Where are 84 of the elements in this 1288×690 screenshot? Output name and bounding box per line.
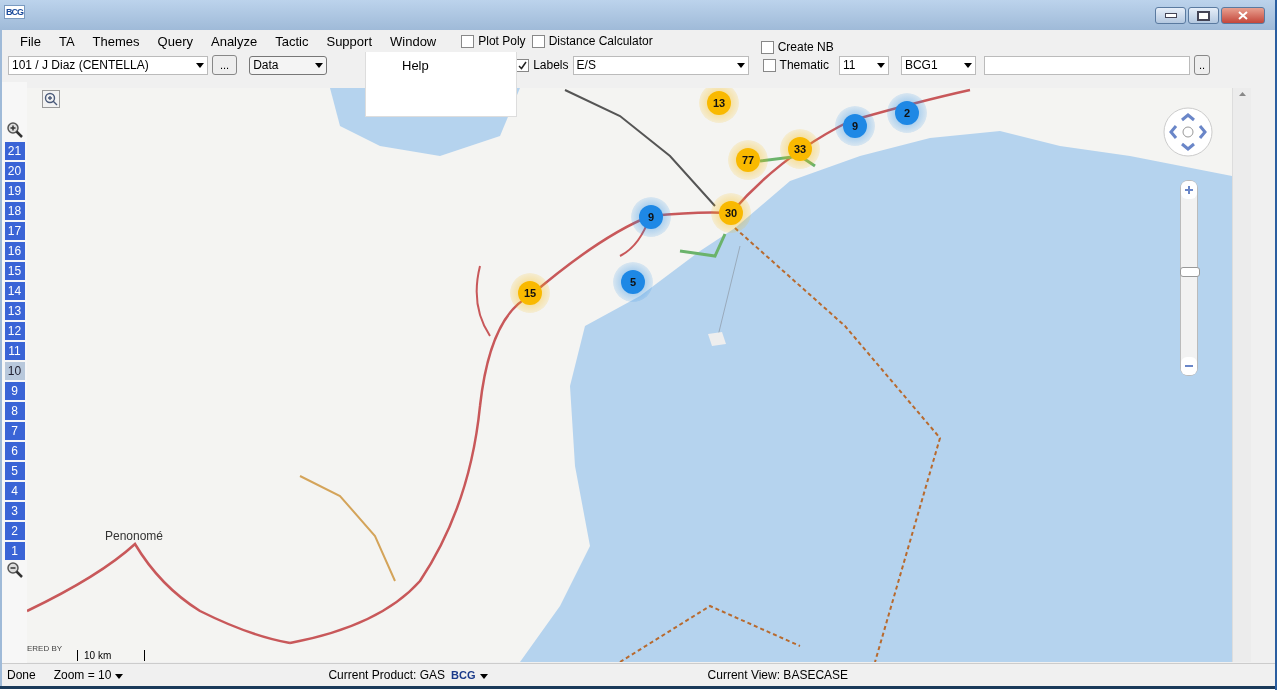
zoom-level-button[interactable]: 16 <box>4 242 25 260</box>
cluster-marker[interactable]: 5 <box>613 262 653 302</box>
menu-item[interactable]: TA <box>49 33 84 49</box>
zoom-slider-thumb[interactable] <box>1180 266 1200 277</box>
menu-item[interactable]: Themes <box>83 33 149 49</box>
zoom-level-button[interactable]: 5 <box>4 462 25 480</box>
map[interactable]: 13 2 9 77 33 9 30 5 15 Penonomé ERED BY 10 km <box>27 88 1232 662</box>
caret-icon <box>196 62 204 68</box>
zoom-level-button[interactable]: 10 <box>4 362 25 380</box>
view-text: Current View: BASECASE <box>707 668 849 682</box>
labels-dropdown[interactable]: E/S <box>572 55 749 75</box>
checkbox[interactable]: Plot Poly <box>461 34 526 48</box>
browse-button[interactable]: ... <box>212 55 238 75</box>
status-text: Done <box>7 668 36 682</box>
zoom-dropdown[interactable]: Zoom = 10 <box>53 668 124 682</box>
checkmark-icon <box>518 60 528 70</box>
zoom-level-button[interactable]: 9 <box>4 382 25 400</box>
place-label: Penonomé <box>105 529 164 543</box>
zoom-level-button[interactable]: 12 <box>4 322 25 340</box>
checkbox[interactable]: Create NB <box>760 40 834 54</box>
scale-bar: 10 km <box>77 650 145 661</box>
app-logo: BCG <box>4 5 25 19</box>
product-text: Current Product: GAS <box>328 668 446 682</box>
zoom-level-button[interactable]: 14 <box>4 282 25 300</box>
zoom-out-button[interactable] <box>1181 357 1197 375</box>
segment-dropdown[interactable]: BCG1 <box>900 55 976 75</box>
zoom-level-button[interactable]: 20 <box>4 162 25 180</box>
zoom-level-button[interactable]: 2 <box>4 522 25 540</box>
zoom-level-button[interactable]: 8 <box>4 402 25 420</box>
zoom-level-button[interactable]: 19 <box>4 182 25 200</box>
caret-icon <box>963 62 972 68</box>
menu-item[interactable]: Query <box>148 33 202 49</box>
cluster-marker[interactable]: 33 <box>780 129 820 169</box>
cluster-marker[interactable]: 15 <box>510 273 550 313</box>
island-shape <box>708 332 726 346</box>
cluster-marker[interactable]: 9 <box>835 106 875 146</box>
menu-item[interactable]: Support <box>317 33 381 49</box>
zoom-level-button[interactable]: 17 <box>4 222 25 240</box>
zoom-level-button[interactable]: 4 <box>4 482 25 500</box>
minimize-button[interactable] <box>1155 7 1186 24</box>
zoom-level-button[interactable]: 13 <box>4 302 25 320</box>
zoom-out-icon[interactable] <box>6 562 23 578</box>
checkbox[interactable]: Thematic <box>762 58 829 72</box>
text-field[interactable] <box>983 55 1190 75</box>
cluster-marker[interactable]: 13 <box>699 88 739 123</box>
attribution-text: ERED BY <box>27 644 63 653</box>
options-button[interactable]: .. <box>1193 55 1211 75</box>
close-button[interactable] <box>1221 7 1265 24</box>
cluster-marker[interactable]: 30 <box>711 193 751 233</box>
close-icon <box>1238 11 1248 20</box>
zoom-level-button[interactable]: 15 <box>4 262 25 280</box>
checkbox[interactable]: Distance Calculator <box>531 34 653 48</box>
zoom-level-button[interactable]: 21 <box>4 142 25 160</box>
cluster-marker[interactable]: 2 <box>887 93 927 133</box>
caret-icon <box>876 62 885 68</box>
zoom-in-button[interactable] <box>1181 181 1197 199</box>
caret-icon <box>315 62 324 68</box>
menu-item[interactable]: Analyze <box>202 33 267 49</box>
menu-item[interactable]: Window <box>381 33 446 49</box>
caret-icon <box>115 674 124 679</box>
cluster-marker[interactable]: 77 <box>728 140 768 180</box>
zoom-in-icon[interactable] <box>6 122 23 138</box>
zoom-area-icon[interactable] <box>42 90 60 108</box>
maximize-button[interactable] <box>1188 7 1219 24</box>
zoom-level-button[interactable]: 6 <box>4 442 25 460</box>
caret-icon <box>479 674 488 679</box>
caret-icon <box>736 62 745 68</box>
menu-item[interactable]: Tactic <box>266 33 318 49</box>
zoom-slider-track[interactable] <box>1180 180 1198 376</box>
zoom-level-button[interactable]: 1 <box>4 542 25 560</box>
territory-dropdown[interactable]: 101 / J Diaz (CENTELLA) <box>8 55 208 75</box>
layer-dropdown[interactable]: Data <box>249 55 328 75</box>
zoom-level-button[interactable]: 18 <box>4 202 25 220</box>
zoom-level-button[interactable]: 7 <box>4 422 25 440</box>
zoom-level-button[interactable]: 11 <box>4 342 25 360</box>
thematic-dropdown[interactable]: 11 <box>838 55 889 75</box>
pan-control[interactable] <box>1162 106 1214 158</box>
cluster-marker[interactable]: 9 <box>631 197 671 237</box>
menu-item[interactable]: File <box>11 33 50 49</box>
zoom-level-button[interactable]: 3 <box>4 502 25 520</box>
scroll-up-icon[interactable] <box>1238 92 1246 96</box>
menu-option[interactable]: Help <box>366 52 516 73</box>
product-dropdown[interactable]: BCG <box>451 669 488 681</box>
scroll-bar[interactable] <box>1232 88 1251 662</box>
